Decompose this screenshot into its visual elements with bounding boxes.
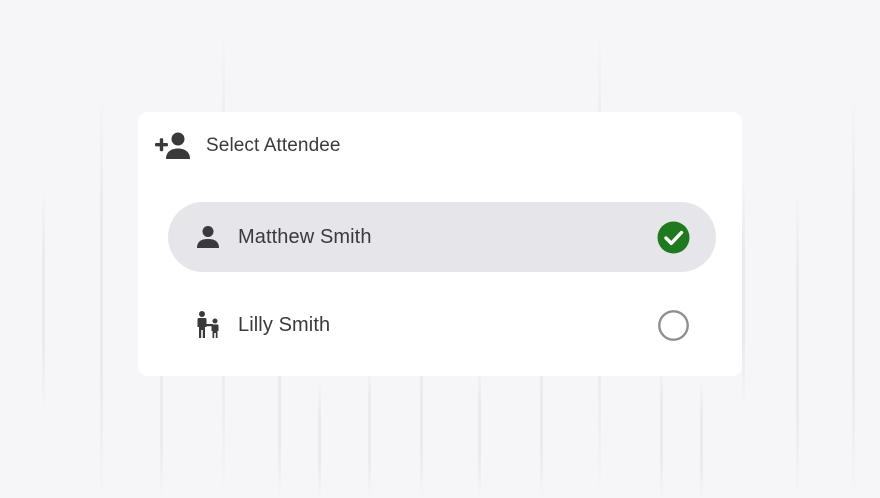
dialog-header: Select Attendee bbox=[154, 130, 341, 162]
attendee-option-lilly-smith[interactable]: Lilly Smith bbox=[168, 290, 716, 360]
attendee-name: Lilly Smith bbox=[238, 313, 331, 336]
attendee-name: Matthew Smith bbox=[238, 225, 372, 248]
dialog-title: Select Attendee bbox=[206, 135, 341, 156]
radio-unselected-icon[interactable] bbox=[657, 309, 690, 342]
checkmark-selected-icon[interactable] bbox=[657, 221, 690, 254]
add-person-icon bbox=[154, 130, 194, 162]
select-attendee-dialog: Select Attendee Matthew Smith Lilly Smit… bbox=[138, 112, 742, 376]
person-icon bbox=[193, 222, 223, 252]
parent-child-icon bbox=[193, 310, 223, 340]
attendee-option-matthew-smith[interactable]: Matthew Smith bbox=[168, 202, 716, 272]
